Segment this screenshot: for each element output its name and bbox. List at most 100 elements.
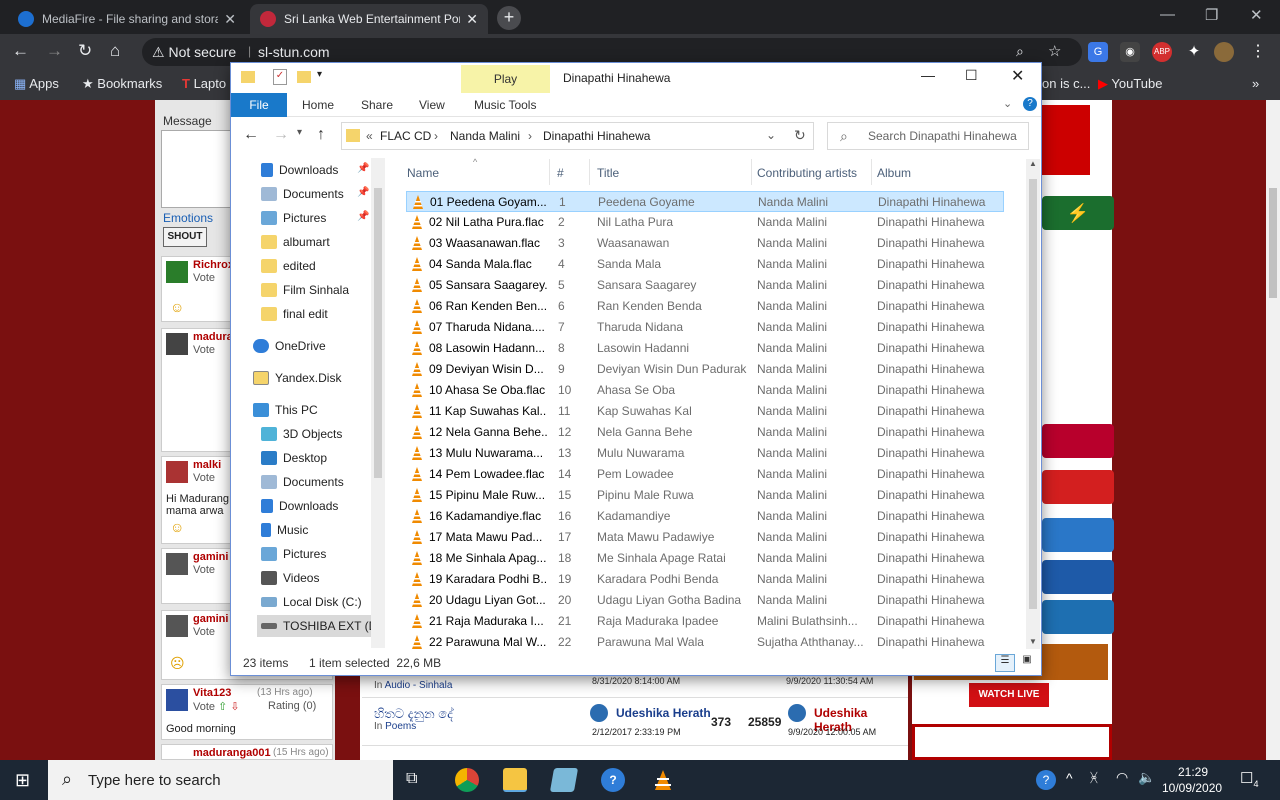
clock-date[interactable]: 10/09/2020 <box>1162 781 1222 795</box>
file-row[interactable]: 21 Raja Maduraka I... 21 Raja Maduraka Ipa… <box>406 611 1004 632</box>
close-icon[interactable]: ✕ <box>1011 66 1024 86</box>
menu-kebab-icon[interactable]: ⋮ <box>1248 42 1268 62</box>
url-text[interactable]: sl-stun.com <box>258 44 330 60</box>
file-row[interactable]: 05 Sansara Saagarey... 5 Sansara Saagarey N… <box>406 275 1004 296</box>
nav-item-folder[interactable]: final edit <box>261 303 387 325</box>
details-view-icon[interactable]: ☰ <box>995 654 1015 672</box>
file-explorer-icon[interactable] <box>503 768 527 792</box>
file-row[interactable]: 01 Peedena Goyam... 1 Peedena Goyame Nanda … <box>406 191 1004 212</box>
more-bookmarks-icon[interactable]: » <box>1252 76 1259 91</box>
extensions-puzzle-icon[interactable]: ✦ <box>1184 42 1204 62</box>
clock-time[interactable]: 21:29 <box>1178 765 1208 779</box>
shout-username[interactable]: gamini <box>193 613 228 625</box>
ribbon-contextual-play[interactable]: Play <box>461 65 550 93</box>
ad-banner[interactable] <box>1042 518 1114 552</box>
taskbar-search-input[interactable]: ⌕ Type here to search <box>48 760 393 800</box>
ad-banner[interactable] <box>1042 470 1114 504</box>
ribbon-expand-icon[interactable]: ⌄ <box>1003 97 1012 110</box>
file-row[interactable]: 08 Lasowin Hadann... 8 Lasowin Hadanni Nand… <box>406 338 1004 359</box>
file-row[interactable]: 18 Me Sinhala Apag... 18 Me Sinhala Apage … <box>406 548 1004 569</box>
browser-tab[interactable]: MediaFire - File sharing and stora ✕ <box>8 4 246 34</box>
scroll-down-icon[interactable]: ▼ <box>1029 637 1037 646</box>
column-album[interactable]: Album <box>877 166 911 180</box>
forward-icon[interactable]: → <box>46 41 63 61</box>
nav-item-downloads[interactable]: Downloads 📌 <box>261 159 387 181</box>
lightning-icon[interactable]: ⚡ <box>1042 196 1114 230</box>
file-row[interactable]: 06 Ran Kenden Ben... 6 Ran Kenden Benda Nan… <box>406 296 1004 317</box>
social-buttons[interactable] <box>1042 105 1090 175</box>
nav-item-pictures[interactable]: Pictures 📌 <box>261 207 387 229</box>
nav-item-usb-drive[interactable]: TOSHIBA EXT (D: <box>257 615 381 637</box>
file-row[interactable]: 17 Mata Mawu Pad... 17 Mata Mawu Padawiye N… <box>406 527 1004 548</box>
nav-item-videos[interactable]: Videos <box>261 567 387 589</box>
file-row[interactable]: 13 Mulu Nuwarama... 13 Mulu Nuwarama Nanda … <box>406 443 1004 464</box>
shout-button[interactable]: SHOUT <box>163 227 207 247</box>
shout-username[interactable]: Vita123 <box>193 687 231 699</box>
emotions-link[interactable]: Emotions <box>163 211 213 225</box>
shout-username[interactable]: maduranga001 <box>193 747 271 759</box>
incognito-extension-icon[interactable]: ◉ <box>1120 42 1140 62</box>
breadcrumb-flac-cd[interactable]: FLAC CD <box>380 129 431 143</box>
address-dropdown-icon[interactable]: ⌄ <box>766 128 776 142</box>
column-contributing-artists[interactable]: Contributing artists <box>757 166 857 180</box>
page-scrollbar[interactable] <box>1266 100 1280 760</box>
tab-view[interactable]: View <box>419 98 445 112</box>
address-bar[interactable]: « FLAC CD › Nanda Malini › Dinapathi Hin… <box>341 122 814 150</box>
file-row[interactable]: 19 Karadara Podhi B... 19 Karadara Podhi B… <box>406 569 1004 590</box>
action-center-icon[interactable]: ☐4 <box>1240 769 1258 789</box>
new-tab-button[interactable]: + <box>497 6 521 30</box>
file-row[interactable]: 14 Pem Lowadee.flac 14 Pem Lowadee Nanda Ma… <box>406 464 1004 485</box>
nav-item-folder[interactable]: albumart <box>261 231 387 253</box>
explorer-titlebar[interactable]: ✓ ▾ Play Dinapathi Hinahewa — ☐ ✕ <box>231 63 1041 93</box>
nav-item-yandex[interactable]: Yandex.Disk <box>253 367 387 389</box>
breadcrumb-overflow[interactable]: « <box>366 129 373 143</box>
nav-item-this-pc[interactable]: This PC <box>253 399 387 421</box>
nav-item-documents[interactable]: Documents <box>261 471 387 493</box>
adblock-plus-icon[interactable]: ABP <box>1152 42 1172 62</box>
help-tray-icon[interactable]: ? <box>1036 770 1056 790</box>
file-row[interactable]: 22 Parawuna Mal W... 22 Parawuna Mal Wala S… <box>406 632 1004 651</box>
tab-share[interactable]: Share <box>361 98 393 112</box>
column-name[interactable]: Name <box>407 166 439 180</box>
file-row[interactable]: 20 Udagu Liyan Got... 20 Udagu Liyan Gotha… <box>406 590 1004 611</box>
shout-username[interactable]: Richrox <box>193 259 234 271</box>
nav-item-local-disk[interactable]: Local Disk (C:) <box>261 591 387 613</box>
file-row[interactable]: 16 Kadamandiye.flac 16 Kadamandiye Nanda Ma… <box>406 506 1004 527</box>
tab-file[interactable]: File <box>231 93 287 117</box>
language-icon[interactable]: ᚸ <box>1090 770 1098 785</box>
bookmark-bookmarks[interactable]: ★ Bookmarks <box>82 76 162 92</box>
start-windows-icon[interactable]: ⊞ <box>15 770 30 791</box>
home-icon[interactable]: ⌂ <box>110 41 120 61</box>
notepad-icon[interactable] <box>549 768 579 792</box>
nav-item-desktop[interactable]: Desktop <box>261 447 387 469</box>
bookmark-partial[interactable]: on is c... <box>1042 76 1090 91</box>
file-row[interactable]: 10 Ahasa Se Oba.flac 10 Ahasa Se Oba Nanda … <box>406 380 1004 401</box>
zoom-search-icon[interactable]: ⌕ <box>1016 43 1024 60</box>
restore-icon[interactable]: ❐ <box>1205 6 1218 24</box>
file-row[interactable]: 12 Nela Ganna Behe... 12 Nela Ganna Behe Na… <box>406 422 1004 443</box>
shout-username[interactable]: gamini <box>193 551 228 563</box>
star-bookmark-icon[interactable]: ☆ <box>1048 42 1061 60</box>
file-row[interactable]: 15 Pipinu Male Ruw... 15 Pipinu Male Ruwa N… <box>406 485 1004 506</box>
help-icon[interactable]: ? <box>1023 97 1037 111</box>
breadcrumb-nanda-malini[interactable]: Nanda Malini <box>450 129 520 143</box>
file-row[interactable]: 11 Kap Suwahas Kal... 11 Kap Suwahas Kal Na… <box>406 401 1004 422</box>
google-translate-icon[interactable]: G <box>1088 42 1108 62</box>
nav-item-folder[interactable]: Film Sinhala <box>261 279 387 301</box>
reload-icon[interactable]: ↻ <box>78 41 92 61</box>
close-tab-icon[interactable]: ✕ <box>466 11 478 28</box>
show-hidden-icons[interactable]: ^ <box>1066 770 1073 786</box>
search-input[interactable]: ⌕ Search Dinapathi Hinahewa <box>827 122 1029 150</box>
watch-live-button[interactable]: WATCH LIVE <box>969 683 1049 707</box>
file-row[interactable]: 03 Waasanawan.flac 3 Waasanawan Nanda Malin… <box>406 233 1004 254</box>
file-row[interactable]: 04 Sanda Mala.flac 4 Sanda Mala Nanda Malin… <box>406 254 1004 275</box>
file-row[interactable]: 02 Nil Latha Pura.flac 2 Nil Latha Pura Nan… <box>406 212 1004 233</box>
nav-item-downloads[interactable]: Downloads <box>261 495 387 517</box>
ad-banner[interactable] <box>1042 600 1114 634</box>
maximize-icon[interactable]: ☐ <box>965 67 978 84</box>
file-list-scrollbar[interactable]: ▲ ▼ <box>1026 159 1040 649</box>
vlc-icon[interactable] <box>651 768 675 792</box>
refresh-icon[interactable]: ↻ <box>794 127 806 144</box>
nav-item-folder[interactable]: edited <box>261 255 387 277</box>
minimize-icon[interactable]: — <box>1160 6 1175 23</box>
